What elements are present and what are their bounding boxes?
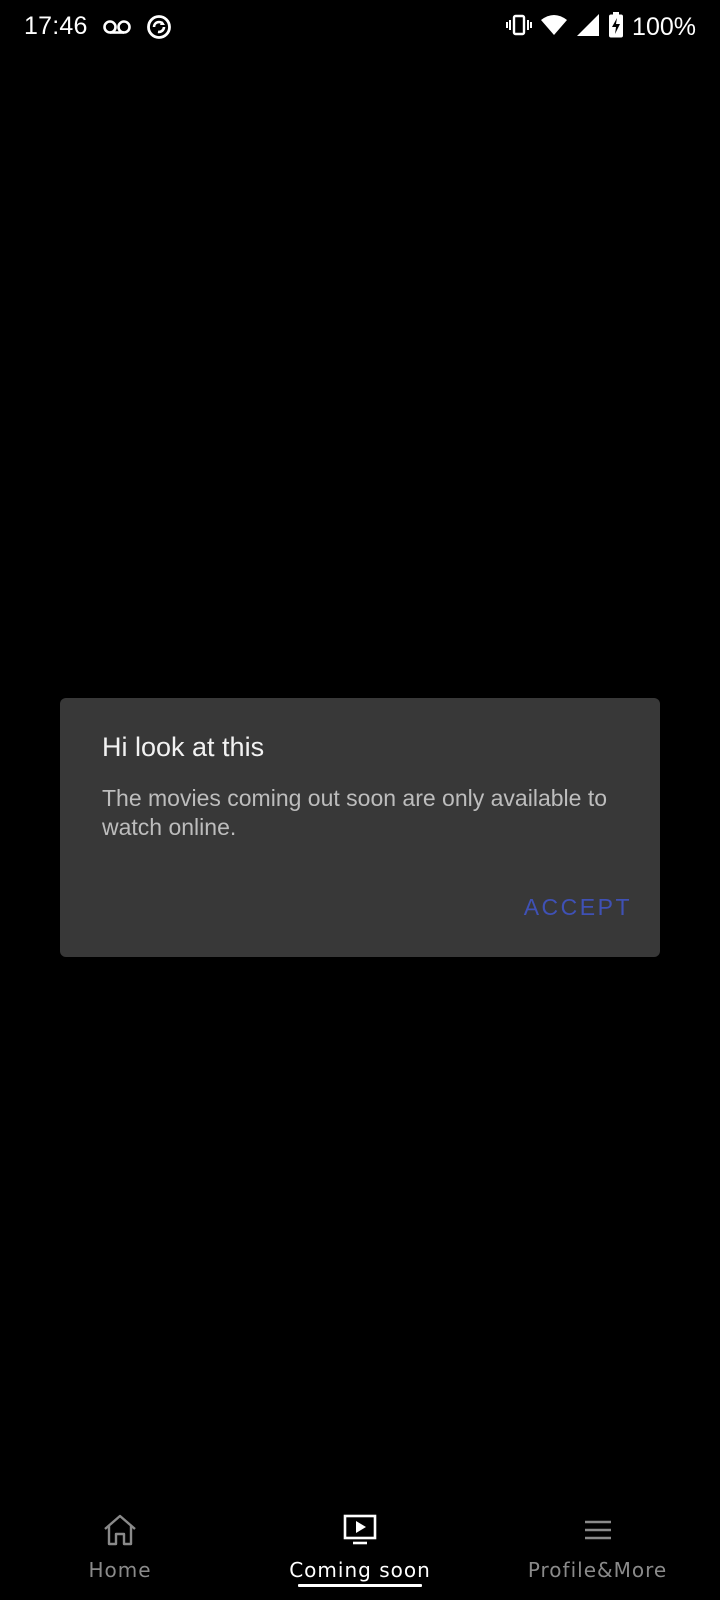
sync-icon	[146, 14, 172, 45]
status-left-icons	[102, 14, 172, 45]
battery-charging-icon	[608, 12, 624, 43]
nav-label-profile-more: Profile&More	[527, 1558, 668, 1582]
nav-label-coming-soon: Coming soon	[289, 1558, 431, 1582]
active-tab-indicator	[298, 1584, 422, 1587]
nav-label-home: Home	[88, 1558, 152, 1582]
voicemail-icon	[102, 15, 132, 44]
status-right: 100%	[506, 12, 696, 43]
wifi-icon	[540, 13, 568, 42]
play-tv-icon	[340, 1510, 380, 1550]
home-icon	[100, 1510, 140, 1550]
menu-icon	[578, 1510, 618, 1550]
dialog-message: The movies coming out soon are only avai…	[102, 785, 608, 840]
status-bar: 17:46 100%	[0, 0, 720, 56]
status-time: 17:46	[24, 12, 88, 40]
battery-percentage: 100%	[632, 13, 696, 41]
accept-button[interactable]: ACCEPT	[524, 894, 632, 921]
dialog: Hi look at this The movies coming out so…	[60, 698, 660, 957]
bottom-nav: Home Coming soon Profile&More	[0, 1496, 720, 1600]
nav-item-profile-more[interactable]: Profile&More	[510, 1496, 685, 1600]
cell-signal-icon	[576, 13, 600, 42]
dialog-title: Hi look at this	[102, 732, 265, 762]
nav-item-coming-soon[interactable]: Coming soon	[280, 1496, 440, 1600]
vibrate-icon	[506, 13, 533, 42]
nav-item-home[interactable]: Home	[60, 1496, 180, 1600]
